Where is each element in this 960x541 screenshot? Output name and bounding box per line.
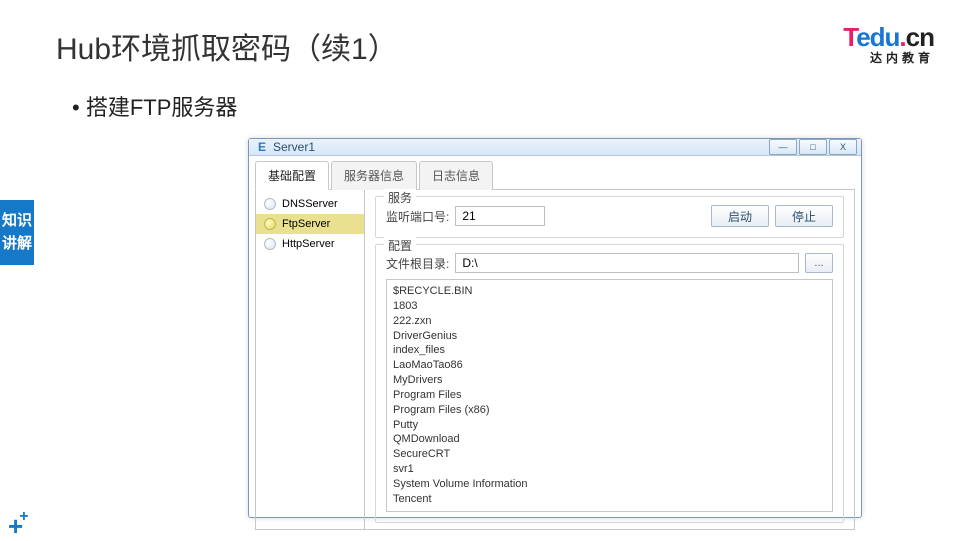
status-dot-icon bbox=[264, 238, 276, 250]
list-item[interactable]: MyDrivers bbox=[393, 373, 826, 388]
window-title: Server1 bbox=[273, 140, 769, 154]
tab-log-info[interactable]: 日志信息 bbox=[419, 161, 493, 190]
brand-edu: edu bbox=[856, 22, 899, 52]
config-group-label: 配置 bbox=[384, 237, 416, 254]
brand-logo: Tedu.cn 达内教育 bbox=[843, 24, 934, 64]
service-group: 服务 监听端口号: 启动 停止 bbox=[375, 196, 844, 238]
titlebar[interactable]: E Server1 — □ X bbox=[249, 139, 861, 156]
file-listbox[interactable]: $RECYCLE.BIN 1803 222.zxn DriverGenius i… bbox=[386, 279, 833, 512]
root-dir-label: 文件根目录: bbox=[386, 255, 449, 272]
stop-button[interactable]: 停止 bbox=[775, 205, 833, 227]
brand-t: T bbox=[843, 22, 856, 52]
content-pane: 服务 监听端口号: 启动 停止 配置 文件根目录: ... bbox=[365, 190, 855, 530]
list-item[interactable]: SecureCRT bbox=[393, 447, 826, 462]
root-dir-input[interactable] bbox=[455, 253, 799, 273]
sidebar-item-ftpserver[interactable]: FtpServer bbox=[256, 214, 364, 234]
start-button[interactable]: 启动 bbox=[711, 205, 769, 227]
slide-side-tag: 知识讲解 bbox=[0, 200, 34, 265]
sidebar-item-dnsserver[interactable]: DNSServer bbox=[256, 194, 364, 214]
config-group: 配置 文件根目录: ... $RECYCLE.BIN 1803 222.zxn … bbox=[375, 244, 844, 523]
list-item[interactable]: Program Files bbox=[393, 388, 826, 403]
service-group-label: 服务 bbox=[384, 189, 416, 206]
tab-basic-config[interactable]: 基础配置 bbox=[255, 161, 329, 190]
list-item[interactable]: System Volume Information bbox=[393, 477, 826, 492]
page-title: Hub环境抓取密码（续1） bbox=[56, 24, 398, 68]
sidebar-item-label: HttpServer bbox=[282, 238, 335, 250]
minimize-button[interactable]: — bbox=[769, 139, 797, 155]
browse-button[interactable]: ... bbox=[805, 253, 833, 273]
tab-strip: 基础配置 服务器信息 日志信息 bbox=[255, 160, 855, 190]
list-item[interactable]: svr1 bbox=[393, 462, 826, 477]
list-item[interactable]: Program Files (x86) bbox=[393, 403, 826, 418]
port-label: 监听端口号: bbox=[386, 208, 449, 225]
list-item[interactable]: Tencent bbox=[393, 492, 826, 507]
app-icon: E bbox=[255, 140, 269, 154]
plus-decoration: ++ bbox=[8, 517, 33, 536]
list-item[interactable]: Putty bbox=[393, 418, 826, 433]
list-item[interactable]: DriverGenius bbox=[393, 329, 826, 344]
server-type-sidebar: DNSServer FtpServer HttpServer bbox=[255, 190, 365, 530]
list-item[interactable]: LaoMaoTao86 bbox=[393, 358, 826, 373]
sidebar-item-label: DNSServer bbox=[282, 198, 338, 210]
sidebar-item-httpserver[interactable]: HttpServer bbox=[256, 234, 364, 254]
status-dot-icon bbox=[264, 198, 276, 210]
status-dot-icon bbox=[264, 218, 276, 230]
sidebar-item-label: FtpServer bbox=[282, 218, 330, 230]
list-item[interactable]: $RECYCLE.BIN bbox=[393, 284, 826, 299]
maximize-button[interactable]: □ bbox=[799, 139, 827, 155]
brand-cn: cn bbox=[906, 22, 934, 52]
brand-sub: 达内教育 bbox=[843, 52, 934, 64]
close-button[interactable]: X bbox=[829, 139, 857, 155]
list-item[interactable]: QMDownload bbox=[393, 432, 826, 447]
list-item[interactable]: index_files bbox=[393, 343, 826, 358]
slide-bullet: • 搭建FTP服务器 bbox=[72, 90, 237, 122]
app-window: E Server1 — □ X 基础配置 服务器信息 日志信息 DNSServe… bbox=[248, 138, 862, 518]
list-item[interactable]: 1803 bbox=[393, 299, 826, 314]
port-input[interactable] bbox=[455, 206, 545, 226]
tab-server-info[interactable]: 服务器信息 bbox=[331, 161, 417, 190]
list-item[interactable]: 222.zxn bbox=[393, 314, 826, 329]
